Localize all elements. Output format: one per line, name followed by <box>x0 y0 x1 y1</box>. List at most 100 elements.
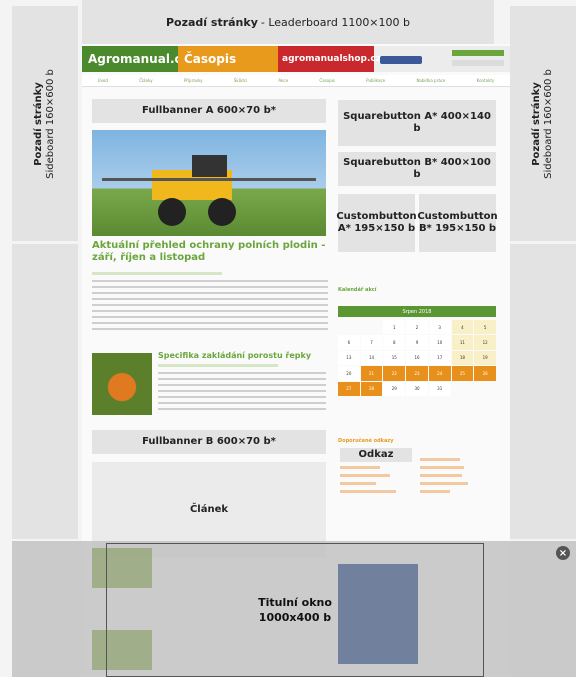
calendar-day[interactable]: 25 <box>451 366 474 381</box>
calendar-heading: Kalendář akcí <box>338 287 377 293</box>
calendar-day[interactable]: 1 <box>383 320 406 335</box>
article-text-2 <box>158 372 326 414</box>
calendar-month: Srpen 2018 <box>402 308 432 315</box>
leaderboard-title: Pozadí stránky <box>165 15 258 29</box>
nav-item[interactable]: Škůdci <box>234 78 247 83</box>
calendar-day[interactable]: 14 <box>360 350 383 366</box>
login-button[interactable] <box>452 50 504 56</box>
clanek-label: Článek <box>189 503 229 515</box>
recommended-link[interactable] <box>420 474 462 477</box>
sideboard-right-label: Pozadí stránky Sideboard 160×600 b <box>531 69 555 179</box>
sideboard-right-size: Sideboard 160×600 b <box>543 68 554 179</box>
calendar-day[interactable]: 13 <box>338 350 360 366</box>
sprayer-illustration <box>102 155 316 226</box>
site-header: Agromanual.cz Časopis agromanualshop.cz <box>82 46 510 72</box>
calendar-day[interactable]: 26 <box>474 366 496 381</box>
squarebutton-a: Squarebutton A* 400×140 b <box>338 100 496 146</box>
calendar-day <box>361 320 383 334</box>
sideboard-left-title: Pozadí stránky <box>33 81 44 166</box>
logo-agromanual[interactable]: Agromanual.cz <box>82 46 189 72</box>
calendar-day[interactable]: 19 <box>474 350 496 366</box>
calendar-day[interactable]: 17 <box>428 350 451 366</box>
article-thumb-2[interactable] <box>92 353 152 415</box>
logo-shop[interactable]: agromanualshop.cz <box>278 46 381 72</box>
calendar-day[interactable]: 2 <box>406 320 428 335</box>
calendar-day <box>452 382 474 396</box>
calendar-day[interactable]: 18 <box>451 350 474 366</box>
facebook-button[interactable] <box>380 56 422 64</box>
popup-size: 1000x400 b <box>258 611 332 624</box>
calendar-day[interactable]: 22 <box>383 366 406 381</box>
close-icon[interactable]: × <box>556 546 570 560</box>
article-title-2[interactable]: Specifika zakládání porostu řepky <box>158 351 328 361</box>
recommended-link[interactable] <box>420 458 460 461</box>
calendar-day[interactable]: 10 <box>428 335 451 350</box>
article-title-1[interactable]: Aktuální přehled ochrany polních plodin … <box>92 240 332 264</box>
recommended-link[interactable] <box>420 482 468 485</box>
calendar-day[interactable]: 21 <box>360 366 383 381</box>
calendar-day[interactable]: 5 <box>474 320 496 335</box>
calendar-day[interactable]: 24 <box>428 366 451 381</box>
fullbanner-a: Fullbanner A 600×70 b* <box>92 99 326 123</box>
calendar-day[interactable]: 12 <box>474 335 496 350</box>
calendar-day[interactable]: 16 <box>406 350 428 366</box>
recommended-link[interactable] <box>340 474 390 477</box>
calendar-day[interactable]: 6 <box>338 335 360 350</box>
calendar-day[interactable]: 3 <box>428 320 451 335</box>
nav-item[interactable]: Časopis <box>319 78 335 83</box>
recommended-link[interactable] <box>420 466 464 469</box>
calendar-day[interactable]: 4 <box>451 320 474 335</box>
calendar-day[interactable]: 31 <box>428 381 451 396</box>
article-text-1 <box>92 280 328 330</box>
sideboard-right-title: Pozadí stránky <box>531 81 542 166</box>
links-heading: Doporučené odkazy <box>338 438 394 444</box>
calendar-day <box>338 320 360 334</box>
nav-item[interactable]: Články <box>139 78 152 83</box>
calendar-day[interactable]: 20 <box>338 366 360 381</box>
recommended-link[interactable] <box>340 482 376 485</box>
nav-item[interactable]: Kontakty <box>477 78 495 83</box>
squarebutton-b: Squarebutton B* 400×100 b <box>338 152 496 186</box>
search-field[interactable] <box>452 60 504 66</box>
nav-item[interactable]: Nabídka práce <box>416 78 445 83</box>
calendar-day[interactable]: 27 <box>338 381 360 396</box>
article-photo-sprayer[interactable] <box>92 130 326 236</box>
recommended-link[interactable] <box>340 466 380 469</box>
sideboard-left-zone: Pozadí stránky Sideboard 160×600 b <box>12 6 78 241</box>
leaderboard-size: - Leaderboard 1100×100 b <box>260 15 411 29</box>
custombutton-a: Custombutton A* 195×150 b <box>336 194 417 252</box>
nav-item[interactable]: Přípravky <box>184 78 203 83</box>
calendar-day[interactable]: 8 <box>383 335 406 350</box>
calendar-day <box>474 382 496 396</box>
sideboard-left-size: Sideboard 160×600 b <box>45 68 56 179</box>
calendar-day[interactable]: 30 <box>406 381 428 396</box>
sideboard-right-zone: Pozadí stránky Sideboard 160×600 b <box>510 6 576 241</box>
main-nav: Úvod Články Přípravky Škůdci Akce Časopi… <box>82 75 510 87</box>
custombutton-b: Custombutton B* 195×150 b <box>417 194 498 252</box>
calendar-day[interactable]: 9 <box>406 335 428 350</box>
calendar-day[interactable]: 11 <box>451 335 474 350</box>
leaderboard-zone: Pozadí stránky - Leaderboard 1100×100 b <box>82 0 494 44</box>
calendar-month-bar[interactable]: Srpen 2018 <box>338 306 496 317</box>
sideboard-right-lower <box>510 244 576 539</box>
nav-item[interactable]: Úvod <box>98 78 108 83</box>
sideboard-left-label: Pozadí stránky Sideboard 160×600 b <box>33 69 57 179</box>
calendar-day[interactable]: 23 <box>406 366 428 381</box>
odkaz-box: Odkaz <box>340 448 412 462</box>
sideboard-left-lower <box>12 244 78 539</box>
recommended-link[interactable] <box>340 490 396 493</box>
calendar-day[interactable]: 29 <box>383 381 406 396</box>
fullbanner-b: Fullbanner B 600×70 b* <box>92 430 326 454</box>
title-window-popup[interactable]: Titulní okno 1000x400 b <box>106 543 484 677</box>
calendar-day[interactable]: 28 <box>360 381 383 396</box>
article-meta-2 <box>158 364 278 367</box>
calendar-day[interactable]: 7 <box>360 335 383 350</box>
logo-casopis[interactable]: Časopis <box>178 46 278 72</box>
recommended-link[interactable] <box>420 490 450 493</box>
nav-item[interactable]: Akce <box>278 78 288 83</box>
article-meta-1 <box>92 272 222 275</box>
popup-label: Titulní okno 1000x400 b <box>258 595 332 626</box>
calendar-day[interactable]: 15 <box>383 350 406 366</box>
nav-item[interactable]: Publikace <box>366 78 385 83</box>
calendar-grid: 1 2 3 4 5 6 7 8 9 10 11 12 13 14 15 16 1… <box>338 320 496 396</box>
